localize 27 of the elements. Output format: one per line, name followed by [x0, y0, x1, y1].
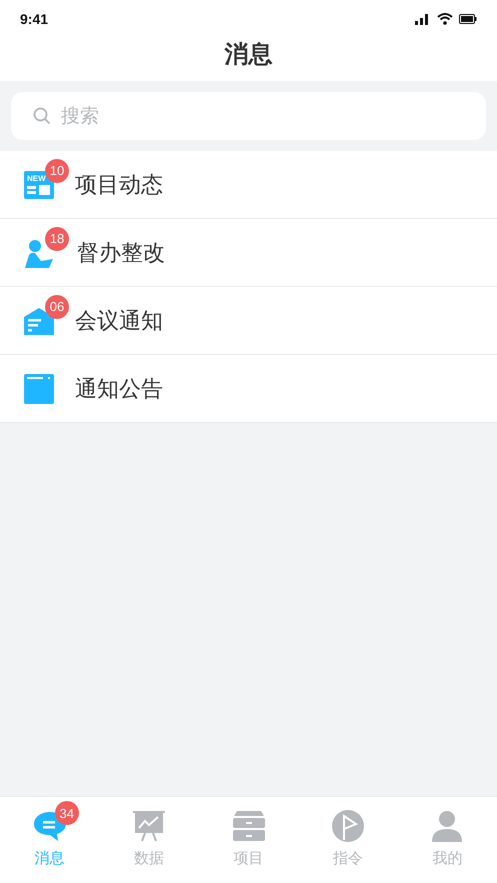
battery-icon [459, 14, 477, 24]
count-badge: 06 [45, 294, 69, 318]
wifi-icon [437, 13, 453, 25]
search-icon [33, 107, 51, 125]
tab[interactable]: 34 消息 [0, 797, 100, 883]
tab[interactable]: 指令 [298, 797, 398, 883]
flag-icon[interactable] [330, 809, 365, 843]
cabinet-icon[interactable] [232, 810, 266, 842]
tab[interactable]: 项目 [198, 797, 298, 883]
item-label: 项目动态 [75, 172, 163, 200]
status-time: 9:41 [20, 11, 48, 27]
item-label: 会议通知 [75, 308, 163, 336]
tab[interactable]: 我的 [398, 797, 497, 883]
signal-icon [415, 14, 431, 24]
count-badge: 18 [45, 226, 69, 250]
chart-board-icon[interactable] [132, 810, 166, 842]
user-icon[interactable] [430, 810, 464, 842]
search-field[interactable]: 搜索 [11, 92, 486, 140]
page-title: 消息 [224, 39, 272, 70]
item-label: 通知公告 [75, 376, 163, 404]
list-item[interactable]: 18 督办整改 [0, 219, 497, 287]
count-badge: 34 [54, 801, 79, 825]
item-label: 督办整改 [77, 240, 165, 268]
tab[interactable]: 数据 [99, 797, 199, 883]
list-item[interactable]: 通知公告 [0, 355, 497, 423]
list-item[interactable]: 06 会议通知 [0, 287, 497, 355]
notice-icon [23, 372, 55, 404]
